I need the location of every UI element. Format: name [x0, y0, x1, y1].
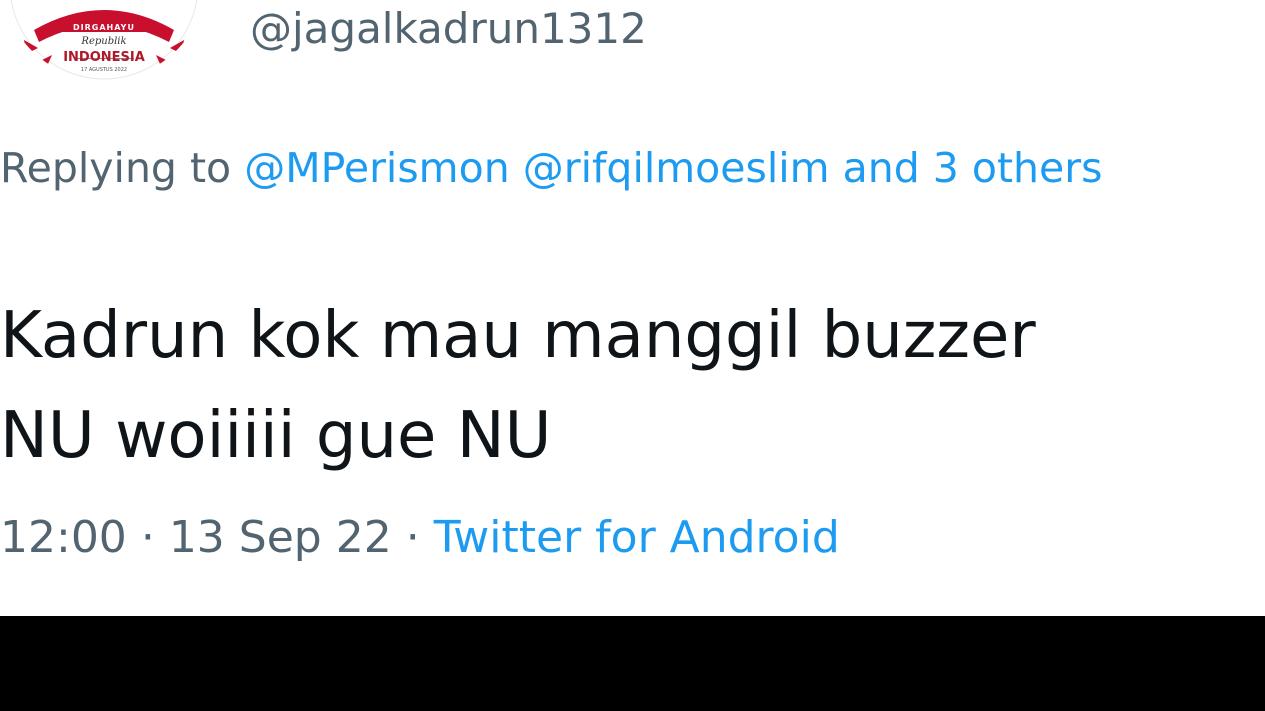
avatar-date-text: 17 AGUSTUS 2022	[80, 67, 128, 73]
tweet-date[interactable]: 13 Sep 22	[169, 512, 392, 563]
avatar-top-text: DIRGAHAYU	[73, 23, 135, 32]
tweet-source-link[interactable]: Twitter for Android	[434, 512, 840, 563]
tweet-card: DIRGAHAYU Republik INDONESIA 17 AGUSTUS …	[0, 0, 1265, 616]
tweet-text: Kadrun kok mau manggil buzzer NU woiiiii…	[0, 286, 1250, 486]
tweet-text-line: Kadrun kok mau manggil buzzer	[0, 299, 1036, 373]
tweet-time[interactable]: 12:00	[0, 512, 127, 563]
letterbox-bar	[0, 616, 1265, 711]
others-link[interactable]: and 3 others	[843, 144, 1103, 192]
meta-separator: ·	[140, 512, 155, 563]
mention-link-rifqilmoeslim[interactable]: @rifqilmoeslim	[523, 144, 830, 192]
tweet-text-line: NU woiiiii gue NU	[0, 399, 552, 473]
mention-link-mperismon[interactable]: @MPerismon	[244, 144, 509, 192]
replying-prefix: Replying to	[0, 144, 232, 192]
tweet-meta: 12:00 · 13 Sep 22 · Twitter for Android	[0, 512, 840, 563]
avatar-script-text: Republik	[81, 36, 127, 47]
avatar-main-text: INDONESIA	[63, 50, 145, 65]
replying-to-line: Replying to @MPerismon @rifqilmoeslim an…	[0, 130, 1240, 206]
meta-separator: ·	[405, 512, 420, 563]
user-handle[interactable]: @jagalkadrun1312	[250, 4, 647, 53]
avatar[interactable]: DIRGAHAYU Republik INDONESIA 17 AGUSTUS …	[4, 0, 204, 80]
screenshot-page: DIRGAHAYU Republik INDONESIA 17 AGUSTUS …	[0, 0, 1265, 711]
